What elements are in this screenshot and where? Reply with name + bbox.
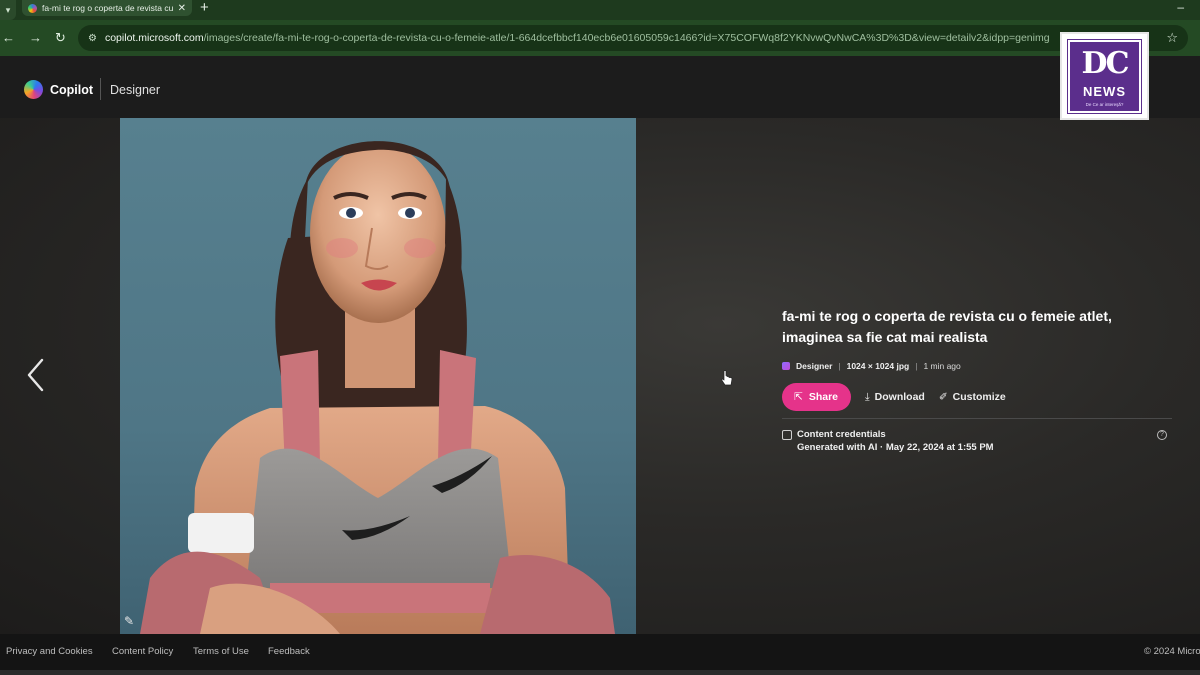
mouse-pointer-hand-icon [721, 370, 733, 386]
meta-age: 1 min ago [923, 361, 961, 371]
copilot-logo-icon[interactable] [24, 80, 43, 99]
image-prompt-title: fa-mi te rog o coperta de revista cu o f… [782, 308, 1112, 345]
dc-news-watermark-logo: DC NEWS De Ce ar intereşă? [1060, 32, 1149, 120]
copyright: © 2024 Microsoft [1144, 646, 1200, 657]
footer-link-content-policy[interactable]: Content Policy [112, 646, 173, 657]
dc-news-letters: DC [1081, 46, 1130, 81]
page-header: Copilot Designer [0, 56, 1200, 118]
product-name[interactable]: Designer [110, 83, 160, 97]
browser-tab-strip: ▾ fa-mi te rog o coperta de revista cu ✕… [0, 0, 1200, 20]
tab-search-chevron-icon[interactable]: ▾ [0, 0, 16, 20]
dc-news-logo-frame: DC NEWS De Ce ar intereşă? [1067, 39, 1142, 114]
forward-arrow-icon[interactable]: → [29, 30, 42, 45]
share-icon: ⇱ [794, 391, 803, 403]
bookmark-star-icon[interactable]: ☆ [1166, 30, 1178, 46]
meta-separator: | [838, 361, 841, 371]
copilot-favicon-icon [28, 3, 37, 13]
footer-link-terms[interactable]: Terms of Use [193, 646, 249, 657]
designer-app-icon [782, 362, 790, 370]
image-detail-view: ✎ fa-mi te rog o coperta de revista cu o… [0, 118, 1200, 634]
customize-brush-icon: ✐ [938, 391, 948, 403]
dc-news-word: NEWS [1083, 84, 1126, 99]
meta-source: Designer [796, 361, 833, 371]
window-minimize-icon[interactable]: – [1177, 0, 1184, 14]
previous-image-chevron-icon[interactable] [26, 358, 46, 392]
header-divider [100, 78, 101, 100]
taskbar-strip [0, 670, 1200, 675]
site-settings-icon[interactable]: ⚙ [88, 33, 97, 44]
share-button[interactable]: ⇱ Share [782, 383, 851, 411]
back-arrow-icon[interactable]: ← [2, 30, 15, 45]
page-footer: Privacy and Cookies Content Policy Terms… [0, 634, 1200, 670]
download-label: Download [874, 391, 925, 403]
meta-size: 1024 × 1024 jpg [846, 361, 910, 371]
footer-link-privacy[interactable]: Privacy and Cookies [6, 646, 93, 657]
customize-button[interactable]: ✐ Customize [939, 391, 1006, 403]
image-edit-corner-icon[interactable]: ✎ [124, 614, 134, 628]
detail-divider [782, 418, 1172, 419]
credentials-title: Content credentials [797, 429, 886, 440]
customize-label: Customize [952, 391, 1006, 403]
credentials-subtitle: Generated with AI · May 22, 2024 at 1:55… [797, 442, 994, 453]
meta-separator: | [915, 361, 918, 371]
tab-close-icon[interactable]: ✕ [178, 3, 186, 14]
image-actions: ⇱ Share ⤓ Download ✐ Customize [782, 383, 1006, 411]
browser-tab[interactable]: fa-mi te rog o coperta de revista cu ✕ [22, 0, 192, 16]
new-tab-plus-icon[interactable]: + [200, 0, 209, 16]
download-button[interactable]: ⤓ Download [865, 391, 925, 404]
reload-icon[interactable]: ↻ [55, 30, 66, 46]
image-meta: Designer | 1024 × 1024 jpg | 1 min ago [782, 361, 961, 371]
athlete-portrait-image [140, 141, 615, 634]
brand-name[interactable]: Copilot [50, 83, 93, 97]
footer-link-feedback[interactable]: Feedback [268, 646, 310, 657]
download-icon: ⤓ [865, 390, 870, 403]
dc-news-tagline: De Ce ar intereşă? [1085, 102, 1124, 107]
browser-toolbar: ← → ↻ ⚙ copilot.microsoft.com/images/cre… [0, 20, 1200, 56]
credentials-badge-icon [782, 430, 792, 440]
generated-image[interactable]: ✎ [120, 118, 636, 634]
share-label: Share [808, 391, 838, 403]
tab-title: fa-mi te rog o coperta de revista cu [42, 3, 173, 13]
url-text: copilot.microsoft.com/images/create/fa-m… [104, 32, 1050, 44]
address-bar[interactable]: ⚙ copilot.microsoft.com/images/create/fa… [78, 25, 1188, 51]
info-icon[interactable]: ? [1157, 430, 1167, 440]
